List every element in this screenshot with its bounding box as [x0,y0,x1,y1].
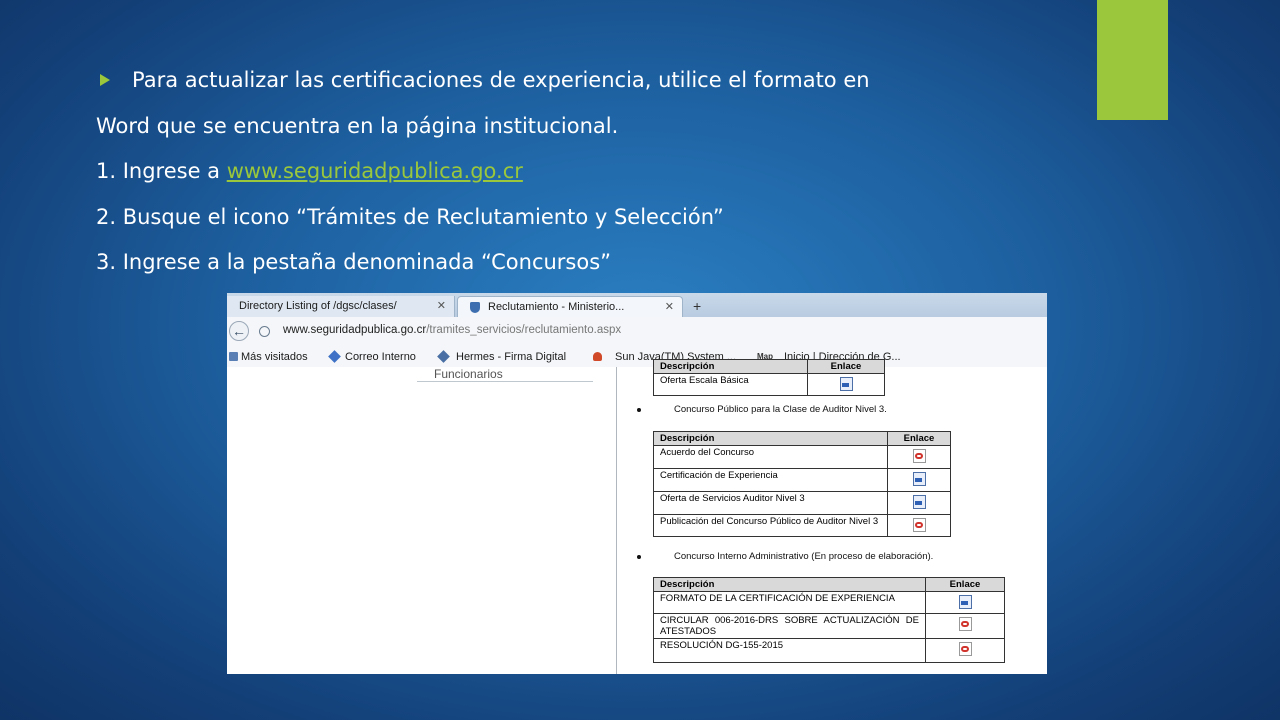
pdf-icon[interactable] [958,642,972,656]
institution-link[interactable]: www.seguridadpublica.go.cr [227,159,523,183]
list-item-interno: Concurso Interno Administrativo (En proc… [637,551,933,562]
back-arrow-icon[interactable]: ← [229,321,249,341]
close-icon[interactable]: ✕ [665,297,674,318]
new-tab-button[interactable]: + [693,296,701,316]
arrow-bullet-icon [100,74,110,86]
word-icon[interactable] [912,472,926,486]
table-interno: Descripción Enlace FORMATO DE LA CERTIFI… [653,577,1005,663]
sidebar-item-funcionarios[interactable]: Funcionarios [434,367,503,381]
pdf-icon[interactable] [912,518,926,532]
close-icon[interactable]: ✕ [437,296,446,317]
table-row: RESOLUCIÓN DG-155-2015 [653,638,1005,663]
row-link[interactable] [925,591,1005,614]
row-description: Certificación de Experiencia [653,468,888,492]
page-content: Funcionarios Descripción Enlace Oferta E… [227,359,1047,674]
shield-icon [470,302,480,313]
step-1-text: 1. Ingrese a [96,159,227,183]
table-header: Descripción Enlace [653,359,885,374]
table-row: Oferta de Servicios Auditor Nivel 3 [653,491,951,515]
row-link[interactable] [925,638,1005,663]
pdf-icon[interactable] [958,617,972,631]
row-link[interactable] [887,491,951,515]
word-icon[interactable] [839,377,853,391]
list-item-text: Concurso Interno Administrativo (En proc… [674,551,934,562]
accent-bar [1097,0,1168,120]
table-row: Oferta Escala Básica [653,373,885,396]
row-link[interactable] [887,468,951,492]
row-description: Oferta Escala Básica [653,373,808,396]
java-icon [593,352,602,361]
row-description: CIRCULAR 006-2016-DRS SOBRE ACTUALIZACIÓ… [653,613,926,639]
bullet-dot [637,555,641,559]
step-2: 2. Busque el icono “Trámites de Reclutam… [96,204,724,229]
step-1: 1. Ingrese a www.seguridadpublica.go.cr [96,149,1096,195]
word-icon[interactable] [958,595,972,609]
step-3: 3. Ingrese a la pestaña denominada “Conc… [96,250,612,274]
bookmark-icon [229,352,238,361]
tab-label: Directory Listing of /dgsc/clases/ [239,300,397,312]
tab-strip: Directory Listing of /dgsc/clases/ ✕ Rec… [227,293,1047,317]
row-link[interactable] [887,445,951,469]
bookmark-correo-interno[interactable]: Correo Interno [345,347,416,367]
table-row: Publicación del Concurso Público de Audi… [653,514,951,537]
row-link[interactable] [887,514,951,537]
globe-icon [259,326,270,337]
bookmark-hermes[interactable]: Hermes - Firma Digital [456,347,566,367]
header-description: Descripción [653,431,888,446]
navigation-bar: ← www.seguridadpublica.go.cr/tramites_se… [227,317,1047,348]
table-row: CIRCULAR 006-2016-DRS SOBRE ACTUALIZACIÓ… [653,613,1005,639]
intro-text-1: Para actualizar las certificaciones de e… [132,68,870,92]
row-description: RESOLUCIÓN DG-155-2015 [653,638,926,663]
intro-line-2: Word que se encuentra en la página insti… [96,113,619,138]
tab-label: Reclutamiento - Ministerio... [488,301,625,313]
row-description: FORMATO DE LA CERTIFICACIÓN DE EXPERIENC… [653,591,926,614]
table-auditor: Descripción Enlace Acuerdo del Concurso … [653,431,951,537]
slide-text: Para actualizar las certificaciones de e… [96,58,1096,286]
diamond-icon [328,350,341,363]
sidebar-divider [417,381,593,382]
diamond-icon [437,350,450,363]
bullet-dot [637,408,641,412]
header-link: Enlace [887,431,951,446]
row-description: Publicación del Concurso Público de Audi… [653,514,888,537]
tab-reclutamiento[interactable]: Reclutamiento - Ministerio... ✕ [457,296,683,317]
browser-screenshot: Directory Listing of /dgsc/clases/ ✕ Rec… [227,293,1047,674]
bookmark-mas-visitados[interactable]: Más visitados [241,347,308,367]
pdf-icon[interactable] [912,449,926,463]
address-bar[interactable]: www.seguridadpublica.go.cr/tramites_serv… [283,324,621,336]
table-row: FORMATO DE LA CERTIFICACIÓN DE EXPERIENC… [653,591,1005,614]
header-description: Descripción [653,577,926,592]
list-item-auditor: Concurso Público para la Clase de Audito… [637,404,887,415]
table-header: Descripción Enlace [653,577,1005,592]
row-link[interactable] [925,613,1005,639]
table-row: Certificación de Experiencia [653,468,951,492]
row-description: Oferta de Servicios Auditor Nivel 3 [653,491,888,515]
header-link: Enlace [925,577,1005,592]
url-path: /tramites_servicios/reclutamiento.aspx [426,324,622,336]
header-link: Enlace [807,359,885,374]
table-oferta: Descripción Enlace Oferta Escala Básica [653,359,885,396]
header-description: Descripción [653,359,808,374]
bookmarks-bar: Más visitados Correo Interno Hermes - Fi… [227,347,1047,367]
row-link[interactable] [807,373,885,396]
tab-directory-listing[interactable]: Directory Listing of /dgsc/clases/ ✕ [227,296,455,317]
row-description: Acuerdo del Concurso [653,445,888,469]
list-item-text: Concurso Público para la Clase de Audito… [674,404,887,415]
table-row: Acuerdo del Concurso [653,445,951,469]
url-host: www.seguridadpublica.go.cr [283,324,427,336]
intro-line-1: Para actualizar las certificaciones de e… [96,58,1096,104]
word-icon[interactable] [912,495,926,509]
column-divider [616,367,617,674]
table-header: Descripción Enlace [653,431,951,446]
